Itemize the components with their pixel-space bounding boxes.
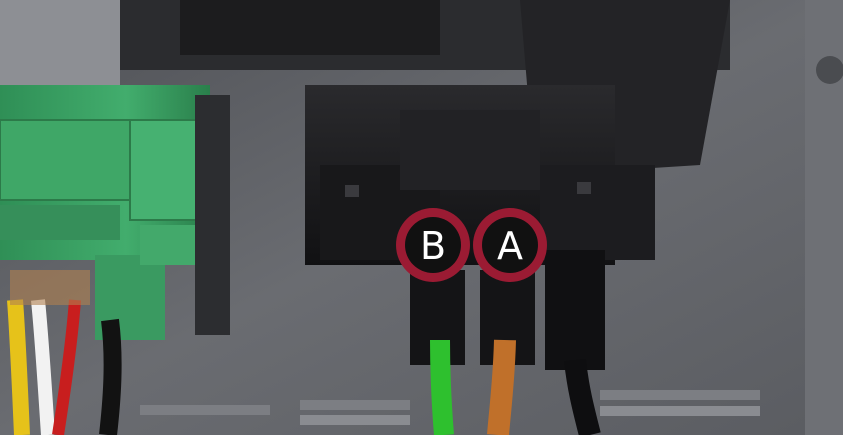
photo-illustration: B A xyxy=(0,0,843,435)
terminal-side-shadow xyxy=(195,95,230,335)
copper-strands xyxy=(10,270,90,305)
upper-housing-slot xyxy=(180,0,440,55)
wire-sleeve-right xyxy=(545,250,605,370)
wire-black-left xyxy=(99,318,122,435)
wire-yellow xyxy=(7,299,30,435)
marker-a-label: A xyxy=(497,224,523,268)
right-panel-hole xyxy=(816,56,843,84)
terminal-top-metal xyxy=(0,0,120,85)
marker-a: A xyxy=(473,208,547,282)
marker-b-label: B xyxy=(420,224,446,268)
photo-scene: B A xyxy=(0,0,843,435)
marker-b: B xyxy=(396,208,470,282)
wire-green xyxy=(430,339,454,435)
wire-orange xyxy=(487,339,516,435)
